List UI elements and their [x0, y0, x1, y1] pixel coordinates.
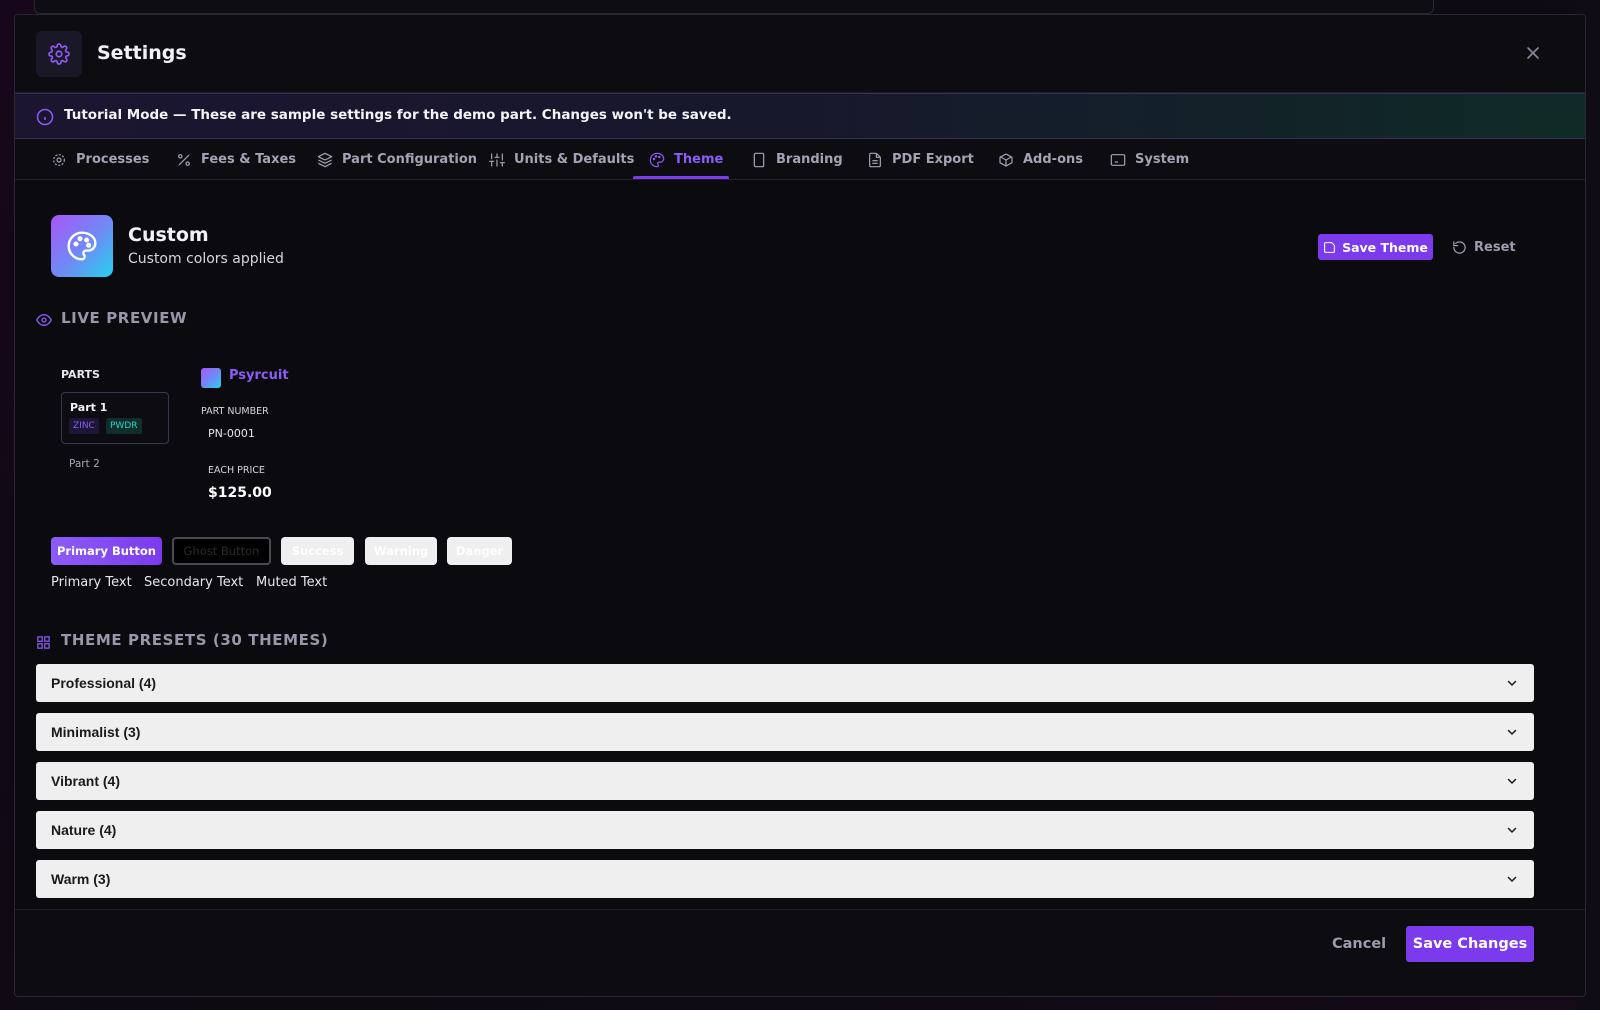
tab-pdf-export[interactable]: PDF Export: [867, 139, 974, 180]
cancel-button[interactable]: Cancel: [1332, 936, 1386, 952]
save-theme-button[interactable]: Save Theme: [1318, 234, 1433, 260]
chevron-down-icon: [1507, 680, 1517, 687]
background-panel: [34, 0, 1434, 14]
tab-label: Processes: [76, 152, 150, 167]
theme-name: Custom: [128, 224, 209, 246]
settings-tabs: Processes Fees & Taxes Part Configuratio…: [15, 139, 1585, 180]
close-button[interactable]: [1521, 41, 1545, 65]
tab-label: Add-ons: [1023, 152, 1083, 167]
preview-tag-zinc: ZINC: [69, 418, 99, 434]
sliders-icon: [489, 152, 505, 167]
preview-each-price-label: EACH PRICE: [208, 465, 265, 476]
reset-icon: [1453, 240, 1466, 254]
package-icon: [999, 152, 1013, 167]
dialog-header: Settings: [15, 15, 1585, 93]
banner-text: Tutorial Mode — These are sample setting…: [64, 107, 732, 123]
theme-badge: [51, 215, 113, 277]
preset-group-label: Nature (4): [51, 822, 117, 838]
tab-label: PDF Export: [892, 152, 974, 167]
info-icon: [36, 108, 54, 126]
percent-icon: [178, 153, 190, 166]
preview-primary-button[interactable]: Primary Button: [51, 537, 162, 565]
chevron-down-icon: [1507, 729, 1517, 736]
palette-icon: [649, 152, 665, 167]
preset-group-vibrant[interactable]: Vibrant (4): [36, 762, 1534, 800]
preview-part-card[interactable]: Part 1 ZINC PWDR: [61, 392, 169, 444]
tab-fees-taxes[interactable]: Fees & Taxes: [176, 139, 296, 180]
chevron-down-icon: [1507, 778, 1517, 785]
save-theme-label: Save Theme: [1342, 239, 1428, 255]
tab-label: Part Configuration: [342, 152, 478, 167]
preset-group-warm[interactable]: Warm (3): [36, 860, 1534, 898]
preset-group-label: Warm (3): [51, 871, 111, 887]
tab-label: System: [1135, 152, 1190, 167]
tab-part-configuration[interactable]: Part Configuration: [317, 139, 477, 180]
dialog-title: Settings: [97, 42, 187, 64]
preview-success-button[interactable]: Success: [281, 537, 354, 565]
active-tab-indicator: [633, 176, 729, 179]
eye-icon: [36, 313, 52, 327]
tab-add-ons[interactable]: Add-ons: [998, 139, 1083, 180]
live-preview-title: LIVE PREVIEW: [61, 309, 188, 327]
preview-part-number: PN-0001: [208, 427, 255, 440]
preview-danger-button[interactable]: Danger: [447, 537, 512, 565]
preview-each-price: $125.00: [208, 485, 272, 501]
file-icon: [869, 152, 881, 167]
preset-group-nature[interactable]: Nature (4): [36, 811, 1534, 849]
preview-brand: Psyrcuit: [229, 368, 289, 383]
save-icon: [1324, 241, 1335, 253]
theme-subtitle: Custom colors applied: [128, 251, 284, 267]
tab-theme[interactable]: Theme: [649, 139, 723, 180]
tab-units-defaults[interactable]: Units & Defaults: [489, 139, 634, 180]
preview-muted-text: Muted Text: [256, 575, 328, 590]
preset-group-professional[interactable]: Professional (4): [36, 664, 1534, 702]
grid-icon: [37, 636, 50, 649]
tab-label: Units & Defaults: [514, 152, 635, 167]
tab-processes[interactable]: Processes: [51, 139, 149, 180]
gear-icon: [36, 31, 82, 77]
preset-group-label: Vibrant (4): [51, 773, 120, 789]
theme-presets-title: THEME PRESETS (30 THEMES): [61, 631, 329, 649]
monitor-icon: [1110, 153, 1126, 166]
preview-part-name: Part 1: [70, 401, 108, 414]
reset-button[interactable]: Reset: [1452, 234, 1516, 260]
preview-warning-button[interactable]: Warning: [365, 537, 437, 565]
dialog-footer: Cancel Save Changes: [15, 909, 1585, 996]
chevron-down-icon: [1507, 827, 1517, 834]
layers-icon: [317, 152, 333, 167]
preview-parts-label: PARTS: [61, 368, 100, 381]
preview-secondary-text: Secondary Text: [144, 575, 244, 590]
tab-system[interactable]: System: [1110, 139, 1189, 180]
reset-label: Reset: [1474, 239, 1516, 255]
preset-group-minimalist[interactable]: Minimalist (3): [36, 713, 1534, 751]
tablet-icon: [753, 152, 765, 167]
preview-part-2[interactable]: Part 2: [69, 458, 100, 470]
tab-label: Theme: [674, 152, 724, 167]
preview-part-number-label: PART NUMBER: [201, 406, 269, 417]
palette-icon: [67, 231, 97, 261]
preview-ghost-button[interactable]: Ghost Button: [172, 537, 271, 565]
preview-tag-pwdr: PWDR: [106, 418, 142, 434]
settings-dialog: Settings Tutorial Mode — These are sampl…: [14, 14, 1586, 997]
tutorial-banner: Tutorial Mode — These are sample setting…: [15, 93, 1585, 139]
preset-group-label: Professional (4): [51, 675, 157, 691]
tab-label: Branding: [776, 152, 843, 167]
tab-label: Fees & Taxes: [201, 152, 297, 167]
gear-icon: [53, 153, 65, 166]
save-changes-button[interactable]: Save Changes: [1406, 926, 1534, 962]
close-icon: [1527, 47, 1539, 59]
preview-primary-text: Primary Text: [51, 575, 132, 590]
preview-logo: [201, 368, 221, 388]
tab-branding[interactable]: Branding: [751, 139, 843, 180]
preset-group-label: Minimalist (3): [51, 724, 141, 740]
chevron-down-icon: [1507, 876, 1517, 883]
